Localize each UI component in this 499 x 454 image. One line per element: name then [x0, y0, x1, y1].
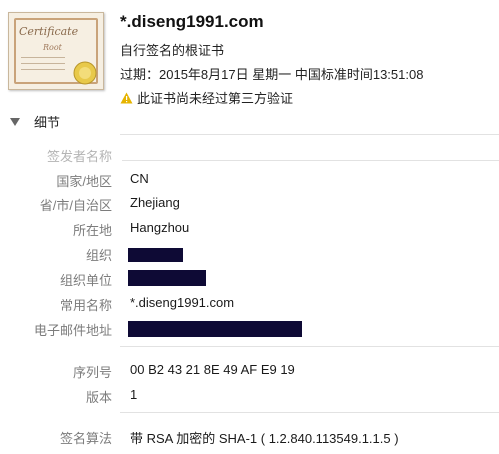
- certificate-common-name: *.diseng1991.com: [120, 12, 264, 31]
- certificate-icon-subtitle: Root: [43, 43, 62, 52]
- field-label-locality: 所在地: [72, 223, 112, 238]
- divider: [122, 160, 499, 161]
- certificate-icon: Certificate Root: [8, 10, 104, 90]
- field-label-country: 国家/地区: [56, 174, 112, 189]
- field-label-organization: 组织: [85, 248, 112, 263]
- field-value-version: 1: [130, 387, 138, 402]
- field-label-email: 电子邮件地址: [33, 323, 112, 338]
- trust-warning: 此证书尚未经过第三方验证: [120, 88, 293, 107]
- issuer-section-label: 签发者名称: [46, 149, 112, 164]
- field-value-common-name: *.diseng1991.com: [130, 295, 235, 310]
- field-value-province: Zhejiang: [130, 195, 180, 210]
- field-label-province: 省/市/自治区: [39, 198, 112, 213]
- field-label-org-unit: 组织单位: [59, 273, 112, 288]
- field-label-serial: 序列号: [72, 365, 112, 380]
- disclosure-triangle-icon[interactable]: [10, 117, 20, 126]
- field-value-serial: 00 B2 43 21 8E 49 AF E9 19: [130, 362, 295, 377]
- details-disclosure[interactable]: 细节: [10, 112, 60, 131]
- field-value-locality: Hangzhou: [130, 220, 190, 235]
- redaction-organization: [128, 248, 183, 262]
- field-label-common-name: 常用名称: [59, 298, 112, 313]
- field-value-country: CN: [130, 171, 149, 186]
- field-value-signature-algorithm: 带 RSA 加密的 SHA-1 ( 1.2.840.113549.1.1.5 ): [130, 431, 399, 446]
- divider: [120, 346, 499, 347]
- divider: [120, 412, 499, 413]
- seal-icon: [73, 61, 97, 85]
- field-label-version: 版本: [85, 390, 112, 405]
- divider: [120, 134, 499, 135]
- trust-warning-text: 此证书尚未经过第三方验证: [137, 91, 294, 106]
- certificate-icon-title: Certificate: [19, 25, 79, 38]
- details-label: 细节: [34, 115, 61, 130]
- warning-icon: [120, 92, 133, 104]
- certificate-type: 自行签名的根证书: [120, 43, 225, 58]
- redaction-org-unit: [128, 270, 206, 286]
- redaction-email: [128, 321, 302, 337]
- certificate-expiry: 过期：2015年8月17日 星期一 中国标准时间13:51:08: [120, 67, 424, 82]
- field-label-signature-algorithm: 签名算法: [59, 431, 112, 446]
